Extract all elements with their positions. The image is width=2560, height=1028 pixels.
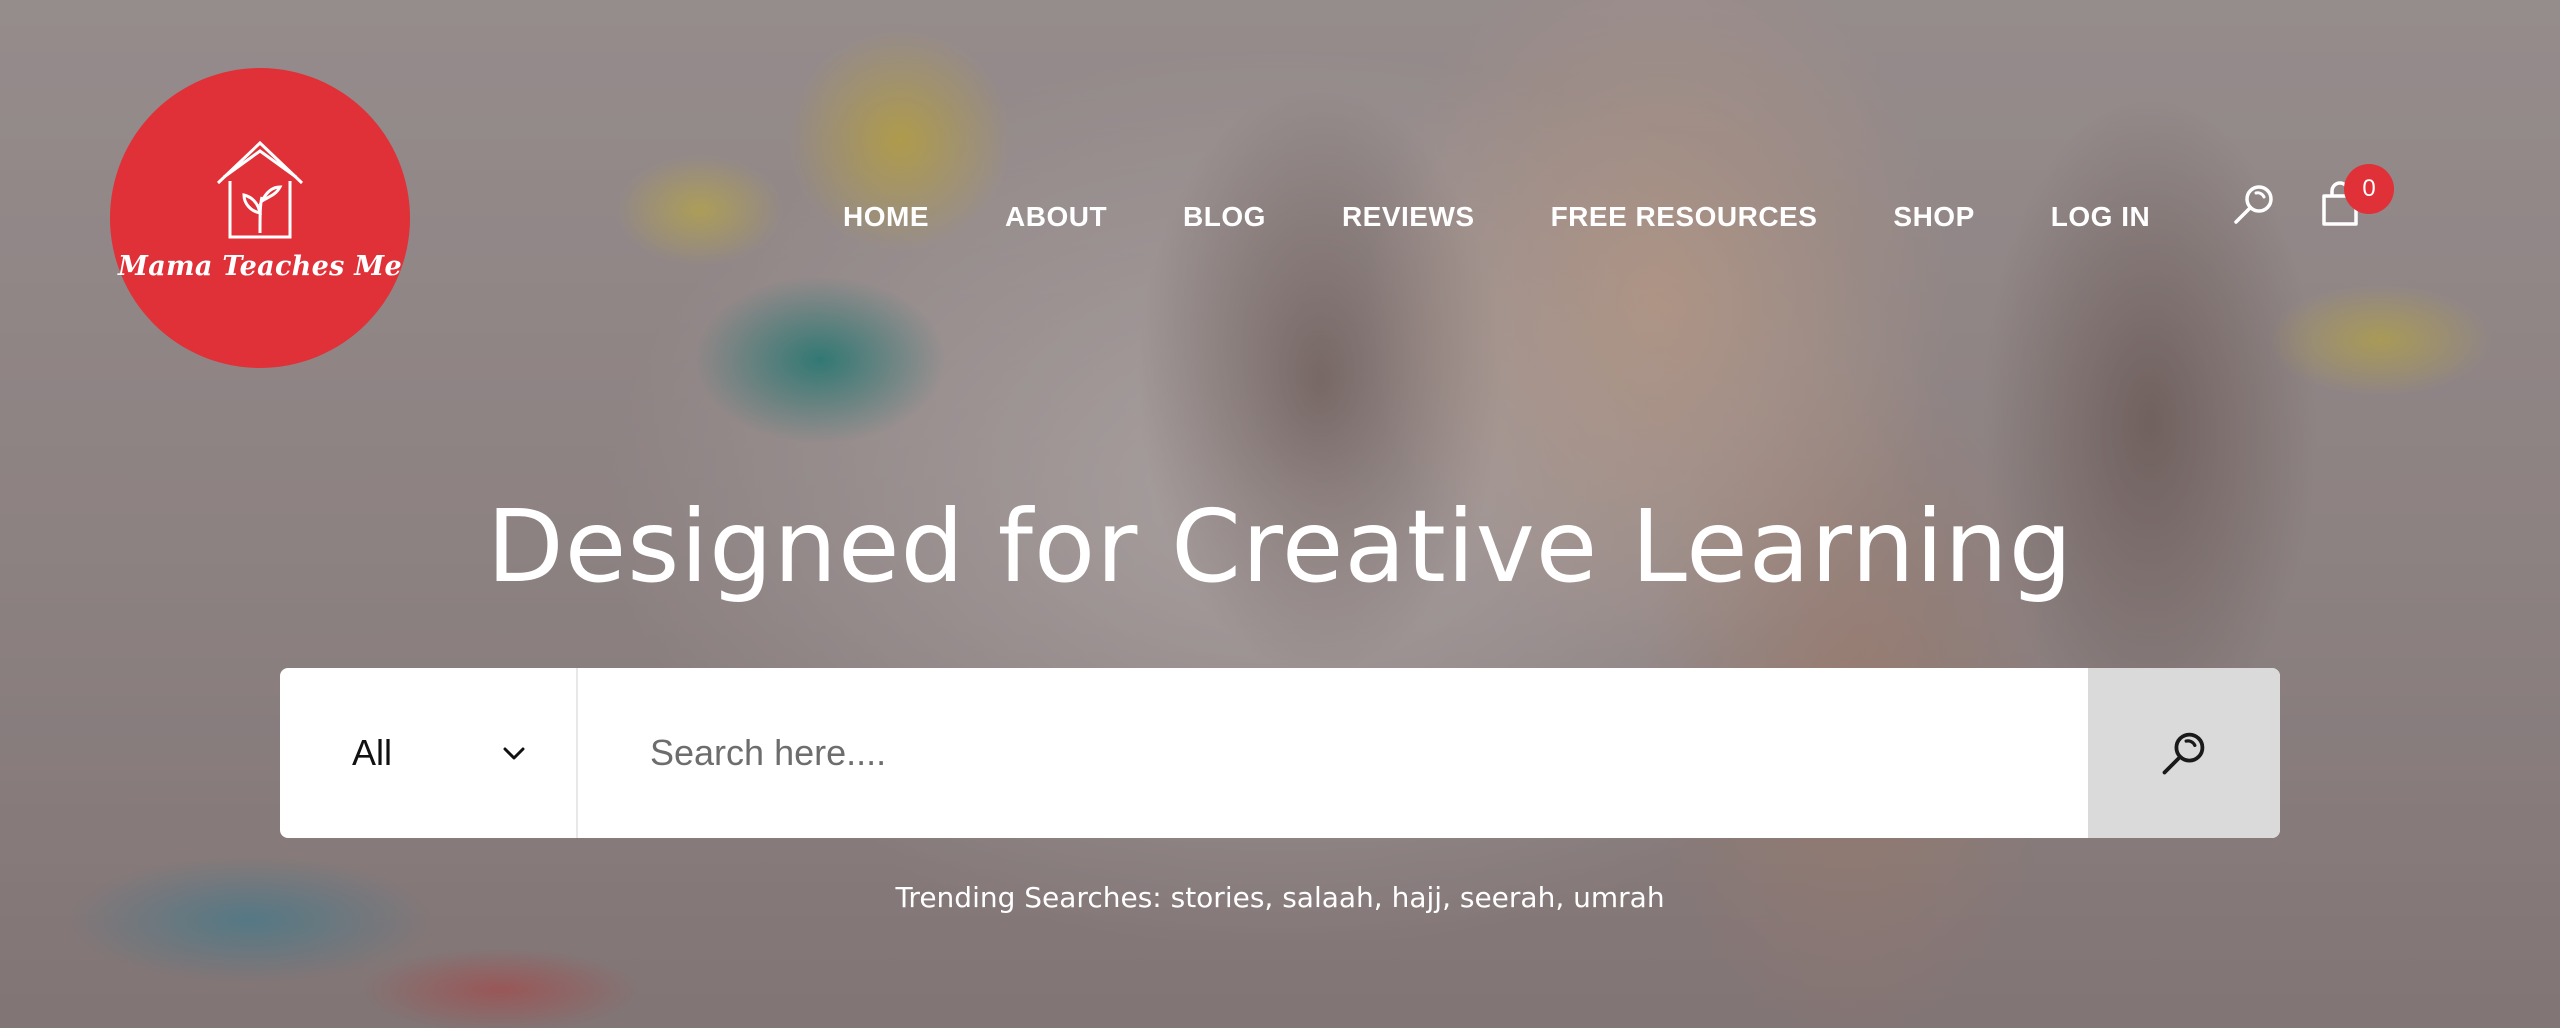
search-input[interactable]: [578, 668, 2088, 838]
category-select[interactable]: All: [280, 668, 578, 838]
cart-button[interactable]: 0: [2318, 164, 2394, 228]
house-sprout-icon: [216, 140, 304, 238]
search-icon: [2162, 732, 2205, 775]
cart-count-badge: 0: [2344, 164, 2394, 214]
search-icon[interactable]: [2230, 180, 2278, 228]
category-select-value: All: [352, 732, 393, 773]
trending-searches: Trending Searches: stories, salaah, hajj…: [895, 881, 1665, 914]
search-bar: All: [280, 668, 2280, 838]
nav-item-free-resources[interactable]: FREE RESOURCES: [1551, 201, 1818, 233]
hero-section: Mama Teaches Me HOME ABOUT BLOG REVIEWS …: [0, 0, 2560, 1028]
nav-item-log-in[interactable]: LOG IN: [2051, 201, 2150, 233]
nav-item-home[interactable]: HOME: [843, 201, 929, 233]
main-nav: HOME ABOUT BLOG REVIEWS FREE RESOURCES S…: [843, 194, 2226, 240]
nav-item-about[interactable]: ABOUT: [1005, 201, 1107, 233]
logo-text: Mama Teaches Me: [118, 250, 402, 282]
search-submit-button[interactable]: [2088, 668, 2280, 838]
hero-headline: Designed for Creative Learning: [486, 488, 2074, 605]
nav-item-shop[interactable]: SHOP: [1893, 201, 1974, 233]
nav-item-blog[interactable]: BLOG: [1183, 201, 1266, 233]
nav-item-reviews[interactable]: REVIEWS: [1342, 201, 1475, 233]
chevron-down-icon: [503, 747, 525, 760]
nav-icons: 0: [2230, 164, 2394, 228]
site-logo[interactable]: Mama Teaches Me: [110, 68, 410, 368]
